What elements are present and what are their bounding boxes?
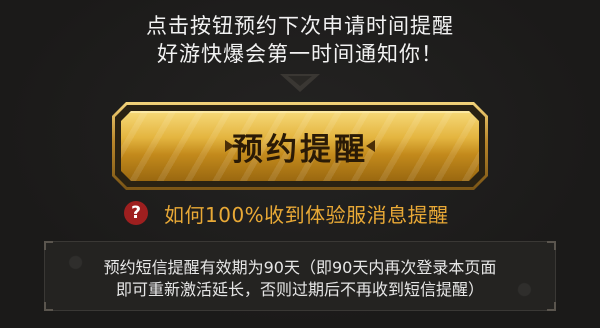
- intro-line-1: 点击按钮预约下次申请时间提醒: [146, 14, 454, 38]
- reservation-page: 点击按钮预约下次申请时间提醒 好游快爆会第一时间通知你！ 预约提醒 ? 如何10…: [0, 0, 600, 328]
- notice-line-2: 即可重新激活延长，否则过期后不再收到短信提醒）: [115, 280, 484, 299]
- corner-decoration: [547, 241, 556, 250]
- button-face: 预约提醒: [121, 111, 479, 181]
- corner-decoration: [44, 241, 53, 250]
- help-link-text[interactable]: 如何100%收到体验服消息提醒: [164, 199, 449, 228]
- reserve-reminder-button[interactable]: 预约提醒: [112, 102, 488, 190]
- intro-text: 点击按钮预约下次申请时间提醒 好游快爆会第一时间通知你！: [0, 12, 600, 68]
- notice-box: 预约短信提醒有效期为90天（即90天内再次登录本页面 即可重新激活延长，否则过期…: [44, 241, 556, 311]
- notice-text: 预约短信提醒有效期为90天（即90天内再次登录本页面 即可重新激活延长，否则过期…: [45, 257, 555, 301]
- corner-decoration: [547, 302, 556, 311]
- corner-decoration: [44, 302, 53, 311]
- help-link-row[interactable]: ? 如何100%收到体验服消息提醒: [124, 198, 449, 228]
- intro-line-2: 好游快爆会第一时间通知你！: [157, 42, 443, 66]
- reserve-button-label: 预约提醒: [232, 131, 368, 168]
- notice-line-1: 预约短信提醒有效期为90天（即90天内再次登录本页面: [103, 258, 497, 277]
- down-pointer-icon: [280, 74, 320, 92]
- question-circle-icon: ?: [124, 201, 148, 225]
